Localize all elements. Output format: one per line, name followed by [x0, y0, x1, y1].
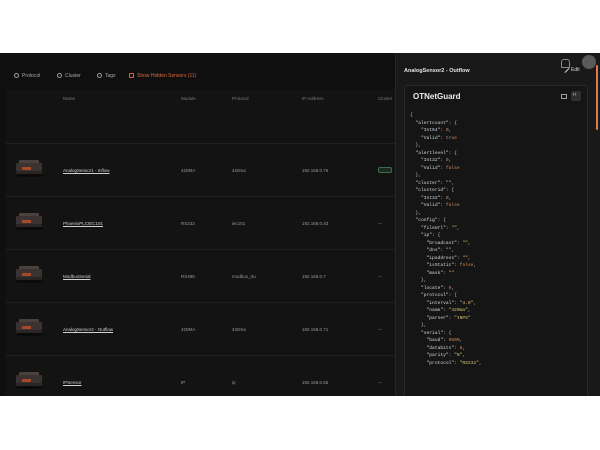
sensor-device-image: [14, 264, 44, 284]
sensor-name-link[interactable]: IPSensor: [63, 380, 82, 385]
sensor-ip: 192.168.0.7: [302, 274, 326, 279]
card-title: OTNetGuard: [413, 92, 461, 101]
column-header-module[interactable]: Module: [181, 96, 196, 101]
avatar[interactable]: [582, 55, 596, 69]
sensor-protocol: 420ma: [232, 168, 246, 173]
status-badge: [378, 167, 392, 173]
show-hidden-sensors-toggle[interactable]: Show Hidden Sensors (11): [129, 69, 196, 82]
app-window: Protocol Cluster Tags Show Hidden Sensor…: [0, 53, 600, 396]
sensor-ip: 192.168.0.65: [302, 380, 329, 385]
filter-label: Show Hidden Sensors (11): [137, 72, 197, 79]
json-config-viewer[interactable]: { "alertcount": { "Int64": 0, "Valid": t…: [410, 112, 585, 367]
table-row[interactable]: IPSensor IP ip 192.168.0.65 —: [6, 355, 400, 396]
column-header-name[interactable]: Name: [63, 96, 75, 101]
filter-label: Tags: [105, 72, 116, 79]
plus-circle-icon: [57, 73, 62, 78]
sensor-module: 420MA: [181, 327, 196, 332]
tags-filter-button[interactable]: Tags: [97, 69, 116, 82]
sensor-protocol: modbus_rtu: [232, 274, 256, 279]
sensor-name-link[interactable]: ModbusSerial: [63, 274, 91, 279]
sensor-module: RS485: [181, 274, 195, 279]
sensor-protocol: 420ma: [232, 327, 246, 332]
sensor-ip: 192.168.0.43: [302, 221, 329, 226]
sensor-ip: 192.168.0.76: [302, 168, 329, 173]
column-header-protocol[interactable]: Protocol: [232, 96, 249, 101]
sensor-module: IP: [181, 380, 186, 385]
cluster-value: —: [378, 327, 383, 332]
filter-label: Protocol: [22, 72, 41, 79]
sensor-module: RS232: [181, 221, 195, 226]
sensor-protocol: iec101: [232, 221, 246, 226]
code-view-icon[interactable]: [571, 91, 581, 101]
sensor-device-image: [14, 317, 44, 337]
sensor-ip: 192.168.0.71: [302, 327, 329, 332]
cluster-value: —: [378, 274, 383, 279]
sensor-device-image: [14, 370, 44, 390]
plus-circle-icon: [97, 73, 102, 78]
eye-icon: [129, 73, 134, 78]
cluster-value: —: [378, 221, 383, 226]
table-row[interactable]: AnalogSensor2 - Outflow 420MA 420ma 192.…: [6, 302, 400, 355]
cluster-filter-button[interactable]: Cluster: [57, 69, 81, 82]
filter-bar: Protocol Cluster Tags Show Hidden Sensor…: [0, 69, 400, 83]
edit-label: Edit: [571, 67, 580, 73]
table-row[interactable]: AnalogSensor1 - Inflow 420MA 420ma 192.1…: [6, 143, 400, 196]
sensor-table: Name Module Protocol IP Address Cluster …: [6, 90, 400, 396]
sensor-detail-panel: AnalogSensor2 - Outflow Edit OTNetGuard …: [395, 53, 600, 396]
sensor-name-link[interactable]: PhoenixPLCIEC101: [63, 221, 103, 226]
plus-circle-icon: [14, 73, 19, 78]
column-header-cluster[interactable]: Cluster: [378, 96, 392, 101]
bell-icon[interactable]: [561, 59, 570, 68]
sensor-name-link[interactable]: AnalogSensor1 - Inflow: [63, 168, 110, 173]
protocol-filter-button[interactable]: Protocol: [14, 69, 40, 82]
sensor-device-image: [14, 158, 44, 178]
sensor-name-link[interactable]: AnalogSensor2 - Outflow: [63, 327, 113, 332]
table-header: Name Module Protocol IP Address Cluster: [6, 90, 400, 107]
filter-label: Cluster: [65, 72, 81, 79]
sensor-device-image: [14, 211, 44, 231]
table-row[interactable]: ModbusSerial RS485 modbus_rtu 192.168.0.…: [6, 249, 400, 302]
pencil-icon: [564, 68, 569, 73]
panel-title: AnalogSensor2 - Outflow: [404, 68, 470, 74]
table-view-icon[interactable]: [561, 94, 567, 99]
table-row[interactable]: PhoenixPLCIEC101 RS232 iec101 192.168.0.…: [6, 196, 400, 249]
panel-scrollbar[interactable]: [596, 65, 598, 130]
column-header-ip-address[interactable]: IP Address: [302, 96, 324, 101]
config-card: OTNetGuard { "alertcount": { "Int64": 0,…: [404, 85, 588, 396]
sensor-protocol: ip: [232, 380, 236, 385]
cluster-value: —: [378, 380, 383, 385]
sensor-module: 420MA: [181, 168, 196, 173]
